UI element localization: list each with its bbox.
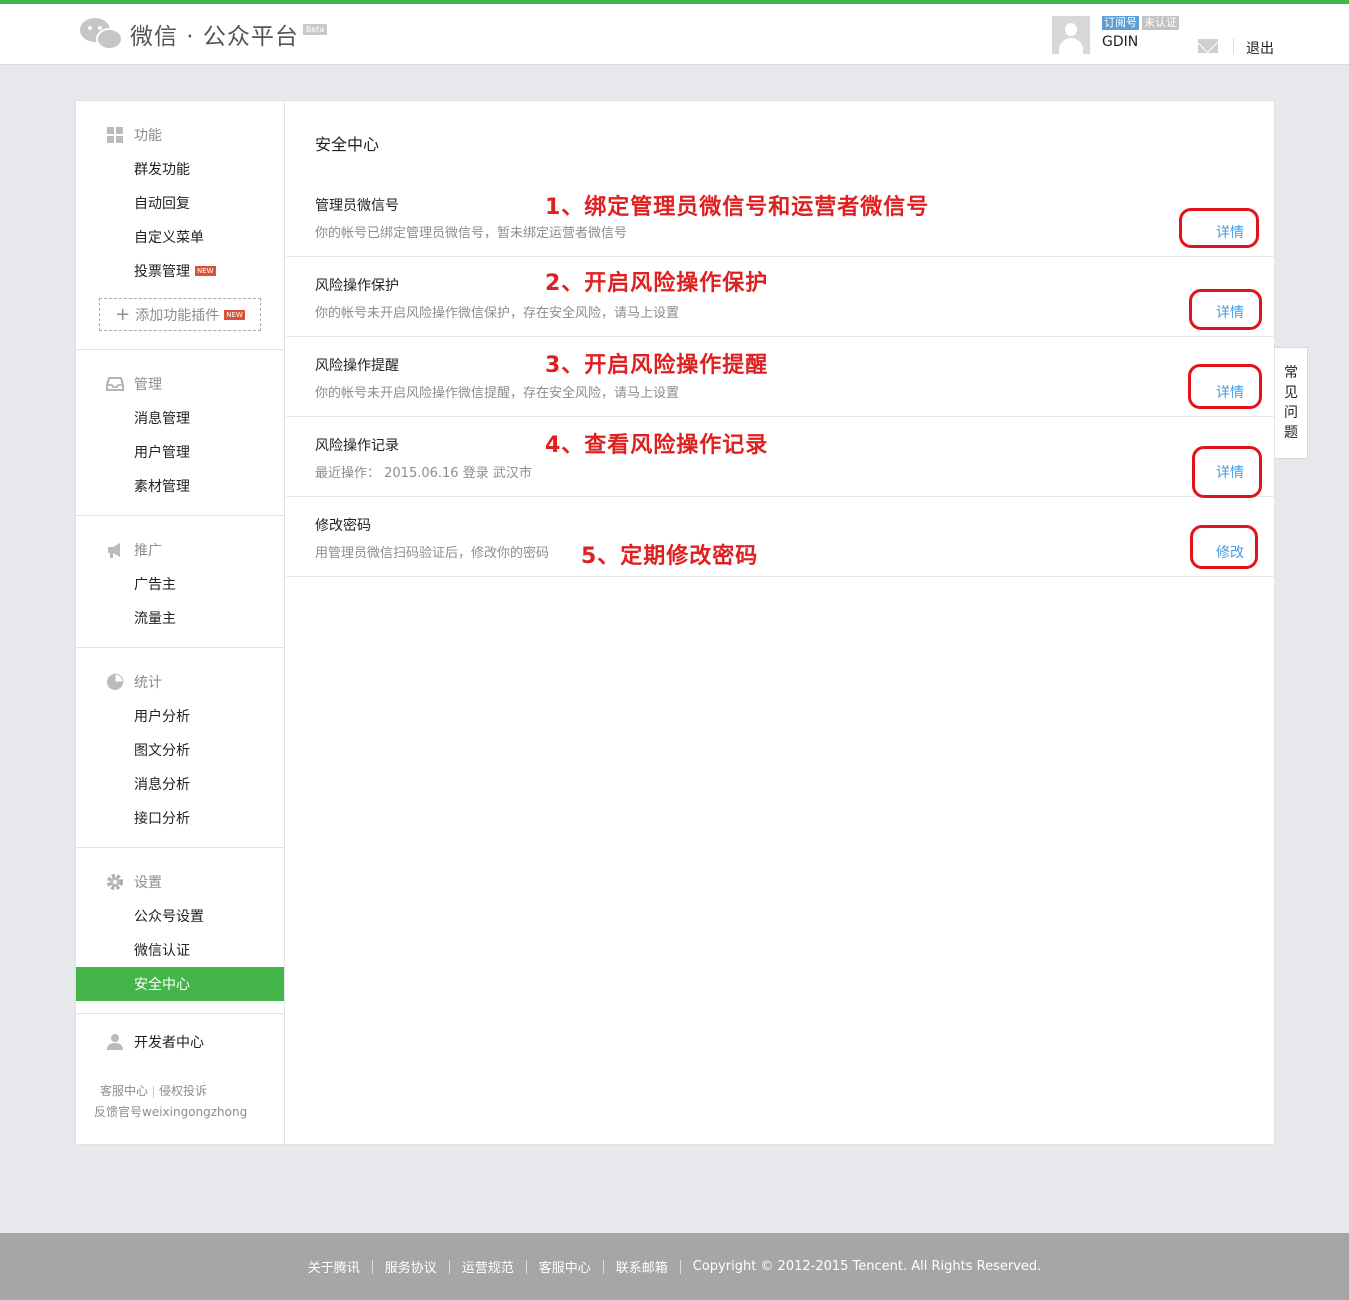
- username[interactable]: GDIN: [1102, 34, 1179, 50]
- sidebar-item-article-analysis[interactable]: 图文分析: [76, 733, 284, 767]
- footer: 关于腾讯 服务协议 运营规范 客服中心 联系邮箱 Copyright © 201…: [0, 1233, 1349, 1300]
- item-title: 风险操作保护: [315, 278, 399, 294]
- wechat-logo-icon: [80, 16, 124, 52]
- security-item-password: 修改密码 用管理员微信扫码验证后，修改你的密码 5、定期修改密码 修改: [286, 497, 1274, 577]
- sidebar-item-publisher[interactable]: 流量主: [76, 601, 284, 635]
- grid-icon: [106, 126, 124, 144]
- highlight-circle: [1189, 289, 1262, 330]
- security-item-admin: 管理员微信号 你的帐号已绑定管理员微信号，暂未绑定运营者微信号 1、绑定管理员微…: [286, 177, 1274, 257]
- megaphone-icon: [106, 541, 124, 559]
- item-title: 风险操作提醒: [315, 358, 399, 374]
- sidebar-item-user-analysis[interactable]: 用户分析: [76, 699, 284, 733]
- item-desc: 用管理员微信扫码验证后，修改你的密码: [315, 546, 550, 561]
- footer-link-about[interactable]: 关于腾讯: [308, 1257, 360, 1276]
- new-badge: NEW: [195, 266, 216, 276]
- logo-text: 微信 · 公众平台: [130, 24, 299, 50]
- sidebar-item-advertiser[interactable]: 广告主: [76, 567, 284, 601]
- annotation: 5、定期修改密码: [581, 544, 759, 569]
- item-desc: 你的帐号已绑定管理员微信号，暂未绑定运营者微信号: [315, 226, 628, 241]
- footer-link-rules[interactable]: 运营规范: [462, 1257, 514, 1276]
- sidebar-section-settings: 设置 公众号设置 微信认证 安全中心: [76, 848, 284, 1014]
- footer-link-email[interactable]: 联系邮箱: [616, 1257, 668, 1276]
- sidebar-item-api-analysis[interactable]: 接口分析: [76, 801, 284, 835]
- top-bar: 微信 · 公众平台 Beta 订阅号 未认证 GDIN 退出: [0, 0, 1349, 65]
- highlight-circle: [1188, 364, 1262, 409]
- sidebar-item-custom-menu[interactable]: 自定义菜单: [76, 220, 284, 254]
- item-title: 管理员微信号: [315, 198, 399, 214]
- annotation: 4、查看风险操作记录: [545, 433, 769, 458]
- logo[interactable]: 微信 · 公众平台 Beta: [80, 14, 328, 54]
- new-badge: NEW: [224, 309, 245, 320]
- page-title: 安全中心: [315, 135, 380, 154]
- divider: [1233, 38, 1234, 54]
- sidebar-item-account-settings[interactable]: 公众号设置: [76, 899, 284, 933]
- security-item-risk-alert: 风险操作提醒 你的帐号未开启风险操作微信提醒，存在安全风险，请马上设置 3、开启…: [286, 337, 1274, 417]
- content-panel: 功能 群发功能 自动回复 自定义菜单 投票管理 NEW + 添加功能插件 NEW …: [75, 100, 1275, 1145]
- section-title: 推广: [134, 543, 162, 559]
- item-desc: 你的帐号未开启风险操作微信提醒，存在安全风险，请马上设置: [315, 386, 680, 401]
- security-item-risk-protect: 风险操作保护 你的帐号未开启风险操作微信保护，存在安全风险，请马上设置 2、开启…: [286, 257, 1274, 337]
- customer-service-link[interactable]: 客服中心: [100, 1084, 148, 1098]
- security-item-risk-log: 风险操作记录 最近操作： 2015.06.16 登录 武汉市 4、查看风险操作记…: [286, 417, 1274, 498]
- section-title: 统计: [134, 675, 162, 691]
- auth-status-badge: 未认证: [1142, 16, 1179, 30]
- sidebar-item-wechat-verify[interactable]: 微信认证: [76, 933, 284, 967]
- inbox-icon: [106, 375, 124, 393]
- add-plugin-button[interactable]: + 添加功能插件 NEW: [99, 298, 261, 331]
- annotation: 1、绑定管理员微信号和运营者微信号: [545, 195, 930, 220]
- plus-icon: +: [115, 304, 131, 325]
- footer-link-terms[interactable]: 服务协议: [385, 1257, 437, 1276]
- sidebar-item-developer[interactable]: 开发者中心: [76, 1022, 284, 1062]
- sidebar-section-promote: 推广 广告主 流量主: [76, 516, 284, 648]
- sidebar-item-materials[interactable]: 素材管理: [76, 469, 284, 503]
- infringement-link[interactable]: 侵权投诉: [159, 1084, 207, 1098]
- feedback-text: 反馈官号weixingongzhong: [94, 1105, 248, 1119]
- avatar[interactable]: [1052, 16, 1090, 54]
- section-title: 设置: [134, 875, 162, 891]
- sidebar-item-messages[interactable]: 消息管理: [76, 401, 284, 435]
- highlight-circle: [1190, 525, 1258, 569]
- footer-link-service[interactable]: 客服中心: [539, 1257, 591, 1276]
- sidebar-item-users[interactable]: 用户管理: [76, 435, 284, 469]
- sidebar-section-manage: 管理 消息管理 用户管理 素材管理: [76, 350, 284, 516]
- annotation: 2、开启风险操作保护: [545, 271, 769, 296]
- item-desc: 最近操作： 2015.06.16 登录 武汉市: [315, 466, 532, 481]
- item-title: 风险操作记录: [315, 438, 399, 454]
- logout-link[interactable]: 退出: [1246, 38, 1274, 58]
- highlight-circle: [1179, 208, 1259, 248]
- gear-icon: [106, 873, 124, 891]
- copyright: Copyright © 2012-2015 Tencent. All Right…: [692, 1259, 1042, 1274]
- sidebar-section-stats: 统计 用户分析 图文分析 消息分析 接口分析: [76, 648, 284, 848]
- sidebar-item-vote[interactable]: 投票管理 NEW: [76, 254, 284, 288]
- beta-badge: Beta: [302, 24, 328, 35]
- sidebar-footer: 客服中心 侵权投诉 反馈官号weixingongzhong: [94, 1081, 247, 1123]
- highlight-circle: [1192, 446, 1262, 498]
- sidebar-item-auto-reply[interactable]: 自动回复: [76, 186, 284, 220]
- account-type-badge: 订阅号: [1102, 16, 1139, 30]
- item-title: 修改密码: [315, 518, 371, 534]
- user-info: 订阅号 未认证 GDIN: [1052, 16, 1179, 54]
- pie-chart-icon: [106, 673, 124, 691]
- sidebar-item-message-analysis[interactable]: 消息分析: [76, 767, 284, 801]
- sidebar: 功能 群发功能 自动回复 自定义菜单 投票管理 NEW + 添加功能插件 NEW …: [76, 101, 285, 1144]
- annotation: 3、开启风险操作提醒: [545, 353, 769, 378]
- mail-icon[interactable]: [1198, 39, 1218, 53]
- faq-tab[interactable]: 常 见 问 题: [1275, 347, 1308, 459]
- section-title: 功能: [134, 128, 162, 144]
- section-title: 管理: [134, 377, 162, 393]
- sidebar-section-function: 功能 群发功能 自动回复 自定义菜单 投票管理 NEW + 添加功能插件 NEW: [76, 101, 284, 350]
- sidebar-item-security-center[interactable]: 安全中心: [76, 967, 284, 1001]
- item-desc: 你的帐号未开启风险操作微信保护，存在安全风险，请马上设置: [315, 306, 680, 321]
- sidebar-item-mass-send[interactable]: 群发功能: [76, 152, 284, 186]
- user-icon: [106, 1033, 124, 1051]
